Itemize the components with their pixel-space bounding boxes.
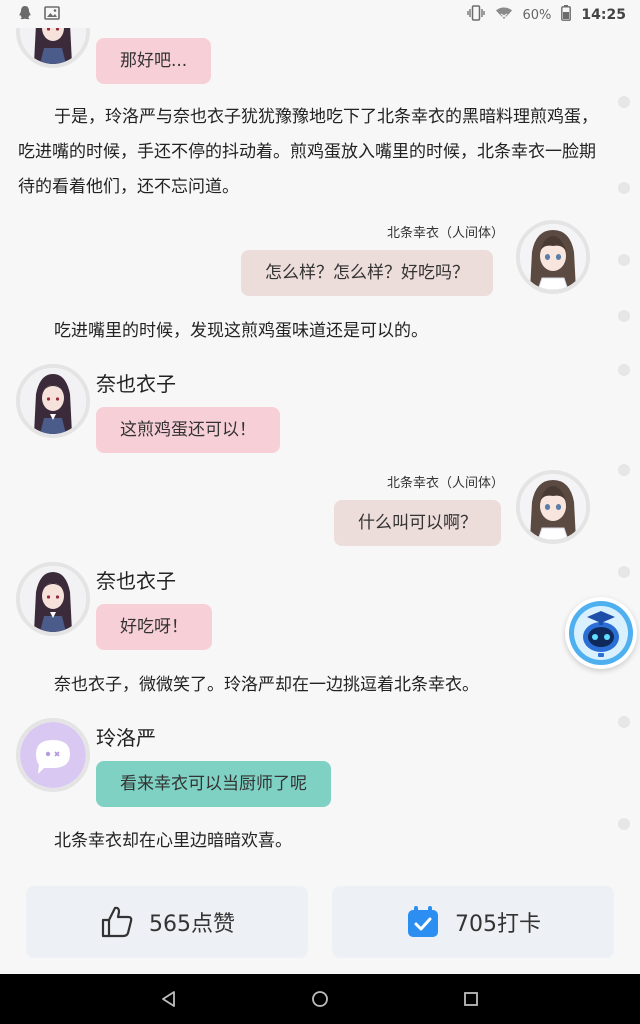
home-button[interactable] [305,984,335,1014]
narration-paragraph: 奈也衣子，微微笑了。玲洛严却在一边挑逗着北条幸衣。 [54,675,479,695]
status-bar: 60% 14:25 [0,0,640,28]
checkin-count: 705打卡 [455,912,541,937]
page-dot [618,254,630,266]
avatar-hojo-yukie[interactable] [516,220,590,294]
back-triangle-icon [162,991,175,1007]
avatar-naye-yiko[interactable] [16,562,90,636]
dark-hair-girl-avatar-icon [20,368,86,434]
robot-assistant-button[interactable] [565,597,637,669]
page-dot [618,716,630,728]
dark-hair-girl-avatar-icon [20,566,86,632]
page-dot [618,310,630,322]
brown-hair-girl-avatar-icon [520,474,586,540]
avatar-hojo-yukie[interactable] [516,470,590,544]
narration-paragraph: 北条幸衣却在心里边暗暗欢喜。 [54,831,292,851]
dark-hair-girl-avatar-icon [20,28,86,64]
like-count: 565点赞 [149,912,235,937]
page-dot [618,566,630,578]
narration-paragraph: 吃进嘴里的时候，发现这煎鸡蛋味道还是可以的。 [54,321,428,341]
chat-bubble: 那好吧... [96,38,212,84]
qq-notification-icon [18,5,32,25]
status-right: 60% 14:25 [466,5,626,25]
image-notification-icon [44,6,60,24]
story-content[interactable]: 那好吧... 于是，玲洛严与奈也衣子犹犹豫豫地吃下了北条幸衣的黑暗料理煎鸡蛋，吃… [0,28,640,870]
speaker-name: 奈也衣子 [96,569,176,593]
page-dot [618,96,630,108]
like-button[interactable]: 565点赞 [26,886,308,958]
speaker-name: 玲洛严 [96,726,156,750]
wifi-icon [495,6,513,24]
recents-button[interactable] [456,984,486,1014]
page-dot [618,818,630,830]
chat-bubble-avatar-icon [20,722,86,788]
status-time: 14:25 [581,7,626,23]
speaker-name: 北条幸衣（人间体） [386,476,504,491]
brown-hair-girl-avatar-icon [520,224,586,290]
home-circle-icon [312,991,328,1007]
chat-bubble: 好吃呀！ [96,604,212,650]
vibrate-icon [466,5,485,25]
bottom-actions: 565点赞 705打卡 [0,870,640,974]
speaker-name: 北条幸衣（人间体） [386,226,504,241]
page-dot [618,364,630,376]
battery-icon [561,5,572,25]
chat-bubble: 这煎鸡蛋还可以！ [96,407,280,453]
status-left [18,5,60,25]
page-dot [618,182,630,194]
avatar-naye-yiko[interactable] [16,364,90,438]
narration-paragraph: 于是，玲洛严与奈也衣子犹犹豫豫地吃下了北条幸衣的黑暗料理煎鸡蛋，吃进嘴的时候，手… [18,107,598,197]
chat-bubble: 看来幸衣可以当厨师了呢 [96,761,331,807]
chat-bubble: 什么叫可以啊？ [334,500,501,546]
avatar-ling-luoyan[interactable] [16,718,90,792]
avatar-naye-yiko[interactable] [16,28,90,68]
checkin-button[interactable]: 705打卡 [332,886,614,958]
calendar-check-icon [408,906,438,937]
navigation-bar [0,974,640,1024]
speaker-name: 奈也衣子 [96,372,176,396]
page-dot [618,464,630,476]
battery-percent: 60% [522,7,552,23]
chat-bubble: 怎么样？怎么样？好吃吗？ [241,250,493,296]
robot-icon [569,601,633,665]
recents-square-icon [464,992,478,1006]
thumbs-up-icon [101,906,133,938]
back-button[interactable] [154,984,184,1014]
